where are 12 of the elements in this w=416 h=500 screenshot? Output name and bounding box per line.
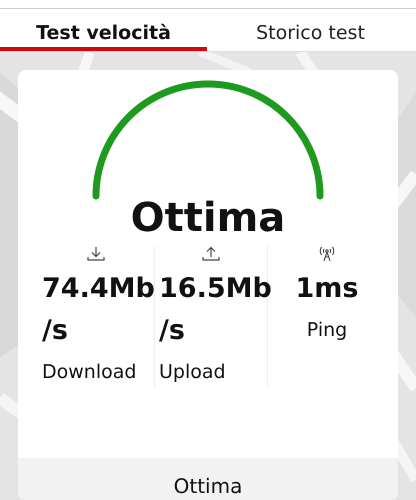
upload-icon xyxy=(201,246,221,262)
rating-button[interactable]: Ottima xyxy=(18,458,398,500)
metric-value: 74.4Mb /s xyxy=(42,272,155,348)
tab[interactable]: Storico test xyxy=(207,9,414,51)
rating-text: Ottima xyxy=(130,194,286,242)
download-icon xyxy=(86,246,106,262)
metric-label: Upload xyxy=(159,360,226,385)
antenna-icon xyxy=(317,246,337,262)
metric-value: 1ms xyxy=(296,272,358,306)
metric-label: Ping xyxy=(306,318,348,343)
metric-value: 16.5Mb /s xyxy=(159,272,272,348)
metric-label: Download xyxy=(42,360,136,385)
